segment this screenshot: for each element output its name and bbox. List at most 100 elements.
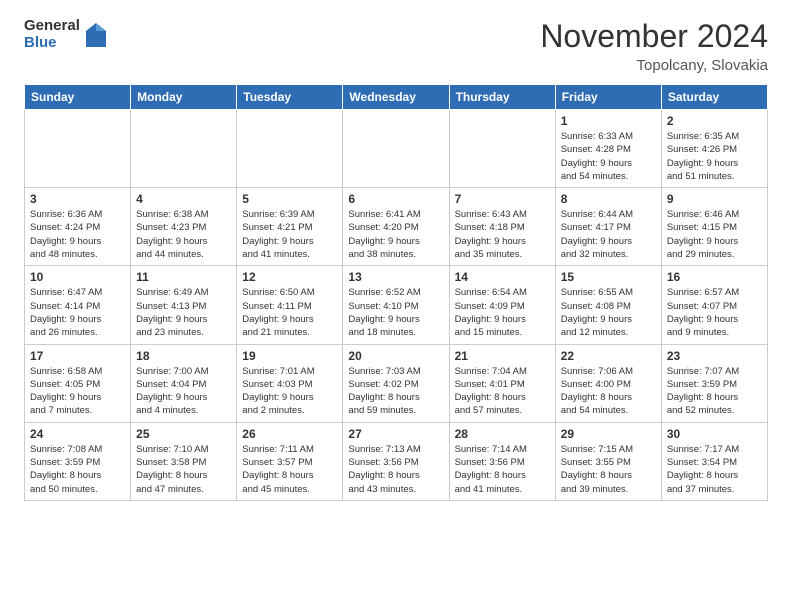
day-info: Sunrise: 6:57 AM Sunset: 4:07 PM Dayligh… [667,286,762,339]
day-info: Sunrise: 6:49 AM Sunset: 4:13 PM Dayligh… [136,286,231,339]
day-number: 21 [455,349,550,363]
day-info: Sunrise: 6:46 AM Sunset: 4:15 PM Dayligh… [667,208,762,261]
calendar-day-cell: 30 Sunrise: 7:17 AM Sunset: 3:54 PM Dayli… [661,422,767,500]
header: General Blue November 2024 Topolcany, Sl… [0,0,792,84]
day-info: Sunrise: 6:43 AM Sunset: 4:18 PM Dayligh… [455,208,550,261]
col-thursday: Thursday [449,85,555,110]
day-info: Sunrise: 6:58 AM Sunset: 4:05 PM Dayligh… [30,365,125,418]
day-number: 8 [561,192,656,206]
col-monday: Monday [131,85,237,110]
day-number: 26 [242,427,337,441]
day-info: Sunrise: 6:33 AM Sunset: 4:28 PM Dayligh… [561,130,656,183]
col-tuesday: Tuesday [237,85,343,110]
calendar-day-cell: 22Sunrise: 7:06 AM Sunset: 4:00 PM Dayli… [555,344,661,422]
day-info: Sunrise: 7:17 AM Sunset: 3:54 PM Dayligh… [667,443,762,496]
calendar-day-cell: 18 Sunrise: 7:00 AM Sunset: 4:04 PM Dayli… [131,344,237,422]
day-number: 5 [242,192,337,206]
day-number: 25 [136,427,231,441]
calendar-day-cell: 4Sunrise: 6:38 AM Sunset: 4:23 PM Daylig… [131,188,237,266]
day-number: 15 [561,270,656,284]
calendar-day-cell: 25 Sunrise: 7:10 AM Sunset: 3:58 PM Dayli… [131,422,237,500]
calendar-week-row: 17 Sunrise: 6:58 AM Sunset: 4:05 PM Dayli… [25,344,768,422]
calendar-day-cell: 8 Sunrise: 6:44 AM Sunset: 4:17 PM Daylig… [555,188,661,266]
calendar-day-cell: 9 Sunrise: 6:46 AM Sunset: 4:15 PM Daylig… [661,188,767,266]
calendar-day-cell: 2 Sunrise: 6:35 AM Sunset: 4:26 PM Daylig… [661,110,767,188]
calendar-day-cell: 10 Sunrise: 6:47 AM Sunset: 4:14 PM Dayli… [25,266,131,344]
calendar-day-cell [449,110,555,188]
day-number: 30 [667,427,762,441]
calendar-day-cell: 12 Sunrise: 6:50 AM Sunset: 4:11 PM Dayli… [237,266,343,344]
calendar-day-cell: 15 Sunrise: 6:55 AM Sunset: 4:08 PM Dayli… [555,266,661,344]
day-info: Sunrise: 6:54 AM Sunset: 4:09 PM Dayligh… [455,286,550,339]
title-block: November 2024 Topolcany, Slovakia [540,18,768,74]
logo-icon [84,21,108,49]
calendar-day-cell: 3Sunrise: 6:36 AM Sunset: 4:24 PM Daylig… [25,188,131,266]
day-info: Sunrise: 7:10 AM Sunset: 3:58 PM Dayligh… [136,443,231,496]
calendar-day-cell: 23Sunrise: 7:07 AM Sunset: 3:59 PM Dayli… [661,344,767,422]
day-number: 19 [242,349,337,363]
col-sunday: Sunday [25,85,131,110]
day-info: Sunrise: 6:39 AM Sunset: 4:21 PM Dayligh… [242,208,337,261]
day-info: Sunrise: 7:13 AM Sunset: 3:56 PM Dayligh… [348,443,443,496]
calendar-day-cell: 5 Sunrise: 6:39 AM Sunset: 4:21 PM Daylig… [237,188,343,266]
calendar-day-cell [237,110,343,188]
day-info: Sunrise: 7:03 AM Sunset: 4:02 PM Dayligh… [348,365,443,418]
day-info: Sunrise: 7:11 AM Sunset: 3:57 PM Dayligh… [242,443,337,496]
day-info: Sunrise: 7:14 AM Sunset: 3:56 PM Dayligh… [455,443,550,496]
calendar-day-cell: 1 Sunrise: 6:33 AM Sunset: 4:28 PM Daylig… [555,110,661,188]
calendar-table: Sunday Monday Tuesday Wednesday Thursday… [24,84,768,501]
day-info: Sunrise: 6:55 AM Sunset: 4:08 PM Dayligh… [561,286,656,339]
day-number: 10 [30,270,125,284]
day-number: 18 [136,349,231,363]
day-number: 17 [30,349,125,363]
calendar-day-cell: 17 Sunrise: 6:58 AM Sunset: 4:05 PM Dayli… [25,344,131,422]
day-info: Sunrise: 6:35 AM Sunset: 4:26 PM Dayligh… [667,130,762,183]
day-number: 27 [348,427,443,441]
day-number: 20 [348,349,443,363]
day-info: Sunrise: 7:08 AM Sunset: 3:59 PM Dayligh… [30,443,125,496]
calendar-wrapper: Sunday Monday Tuesday Wednesday Thursday… [0,84,792,509]
logo-text: General Blue [24,18,80,51]
day-info: Sunrise: 6:52 AM Sunset: 4:10 PM Dayligh… [348,286,443,339]
day-number: 16 [667,270,762,284]
day-number: 3 [30,192,125,206]
location: Topolcany, Slovakia [540,57,768,74]
day-info: Sunrise: 6:41 AM Sunset: 4:20 PM Dayligh… [348,208,443,261]
col-saturday: Saturday [661,85,767,110]
calendar-day-cell: 11 Sunrise: 6:49 AM Sunset: 4:13 PM Dayli… [131,266,237,344]
logo-general: General [24,18,80,35]
day-number: 2 [667,114,762,128]
calendar-day-cell: 27 Sunrise: 7:13 AM Sunset: 3:56 PM Dayli… [343,422,449,500]
month-title: November 2024 [540,18,768,55]
day-number: 6 [348,192,443,206]
day-number: 1 [561,114,656,128]
day-info: Sunrise: 7:15 AM Sunset: 3:55 PM Dayligh… [561,443,656,496]
day-info: Sunrise: 7:00 AM Sunset: 4:04 PM Dayligh… [136,365,231,418]
day-info: Sunrise: 6:44 AM Sunset: 4:17 PM Dayligh… [561,208,656,261]
col-wednesday: Wednesday [343,85,449,110]
calendar-week-row: 24Sunrise: 7:08 AM Sunset: 3:59 PM Dayli… [25,422,768,500]
calendar-header-row: Sunday Monday Tuesday Wednesday Thursday… [25,85,768,110]
day-number: 9 [667,192,762,206]
calendar-week-row: 10 Sunrise: 6:47 AM Sunset: 4:14 PM Dayli… [25,266,768,344]
calendar-day-cell [131,110,237,188]
day-info: Sunrise: 7:01 AM Sunset: 4:03 PM Dayligh… [242,365,337,418]
calendar-day-cell: 6 Sunrise: 6:41 AM Sunset: 4:20 PM Daylig… [343,188,449,266]
day-info: Sunrise: 7:07 AM Sunset: 3:59 PM Dayligh… [667,365,762,418]
day-info: Sunrise: 6:38 AM Sunset: 4:23 PM Dayligh… [136,208,231,261]
calendar-day-cell: 7Sunrise: 6:43 AM Sunset: 4:18 PM Daylig… [449,188,555,266]
calendar-day-cell: 24Sunrise: 7:08 AM Sunset: 3:59 PM Dayli… [25,422,131,500]
day-info: Sunrise: 7:06 AM Sunset: 4:00 PM Dayligh… [561,365,656,418]
calendar-day-cell: 21Sunrise: 7:04 AM Sunset: 4:01 PM Dayli… [449,344,555,422]
day-info: Sunrise: 6:50 AM Sunset: 4:11 PM Dayligh… [242,286,337,339]
day-number: 12 [242,270,337,284]
day-number: 28 [455,427,550,441]
day-info: Sunrise: 6:47 AM Sunset: 4:14 PM Dayligh… [30,286,125,339]
day-number: 14 [455,270,550,284]
day-number: 13 [348,270,443,284]
calendar-day-cell: 14 Sunrise: 6:54 AM Sunset: 4:09 PM Dayli… [449,266,555,344]
calendar-day-cell [343,110,449,188]
day-number: 11 [136,270,231,284]
calendar-day-cell: 29Sunrise: 7:15 AM Sunset: 3:55 PM Dayli… [555,422,661,500]
calendar-day-cell: 19 Sunrise: 7:01 AM Sunset: 4:03 PM Dayli… [237,344,343,422]
